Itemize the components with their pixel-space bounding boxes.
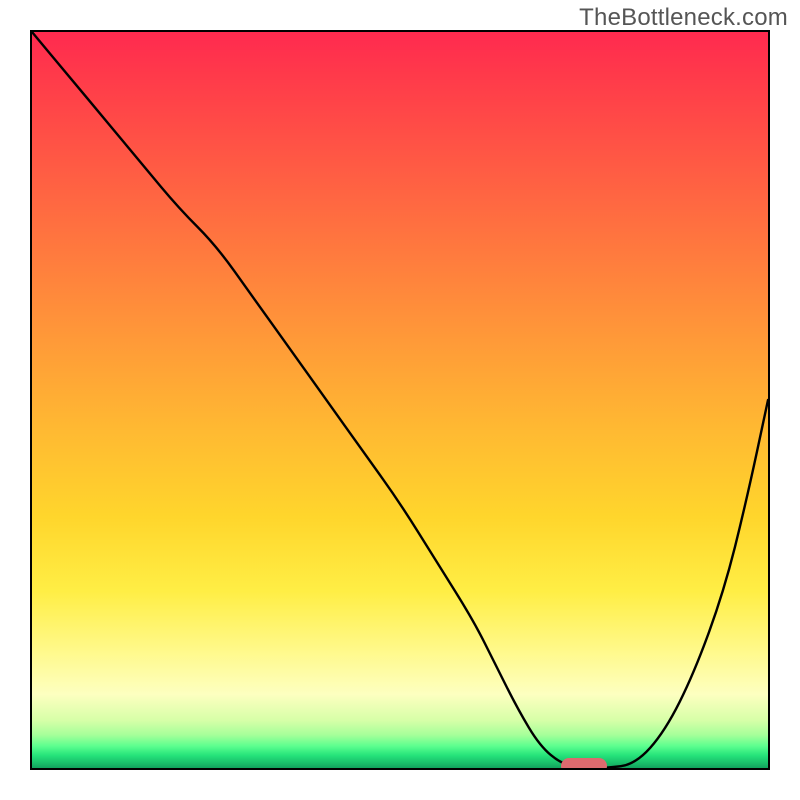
optimal-point-marker [561, 758, 607, 770]
bottleneck-curve [32, 32, 768, 768]
plot-area [30, 30, 770, 770]
chart-container: TheBottleneck.com [0, 0, 800, 800]
curve-layer [32, 32, 768, 768]
watermark-label: TheBottleneck.com [579, 4, 788, 32]
